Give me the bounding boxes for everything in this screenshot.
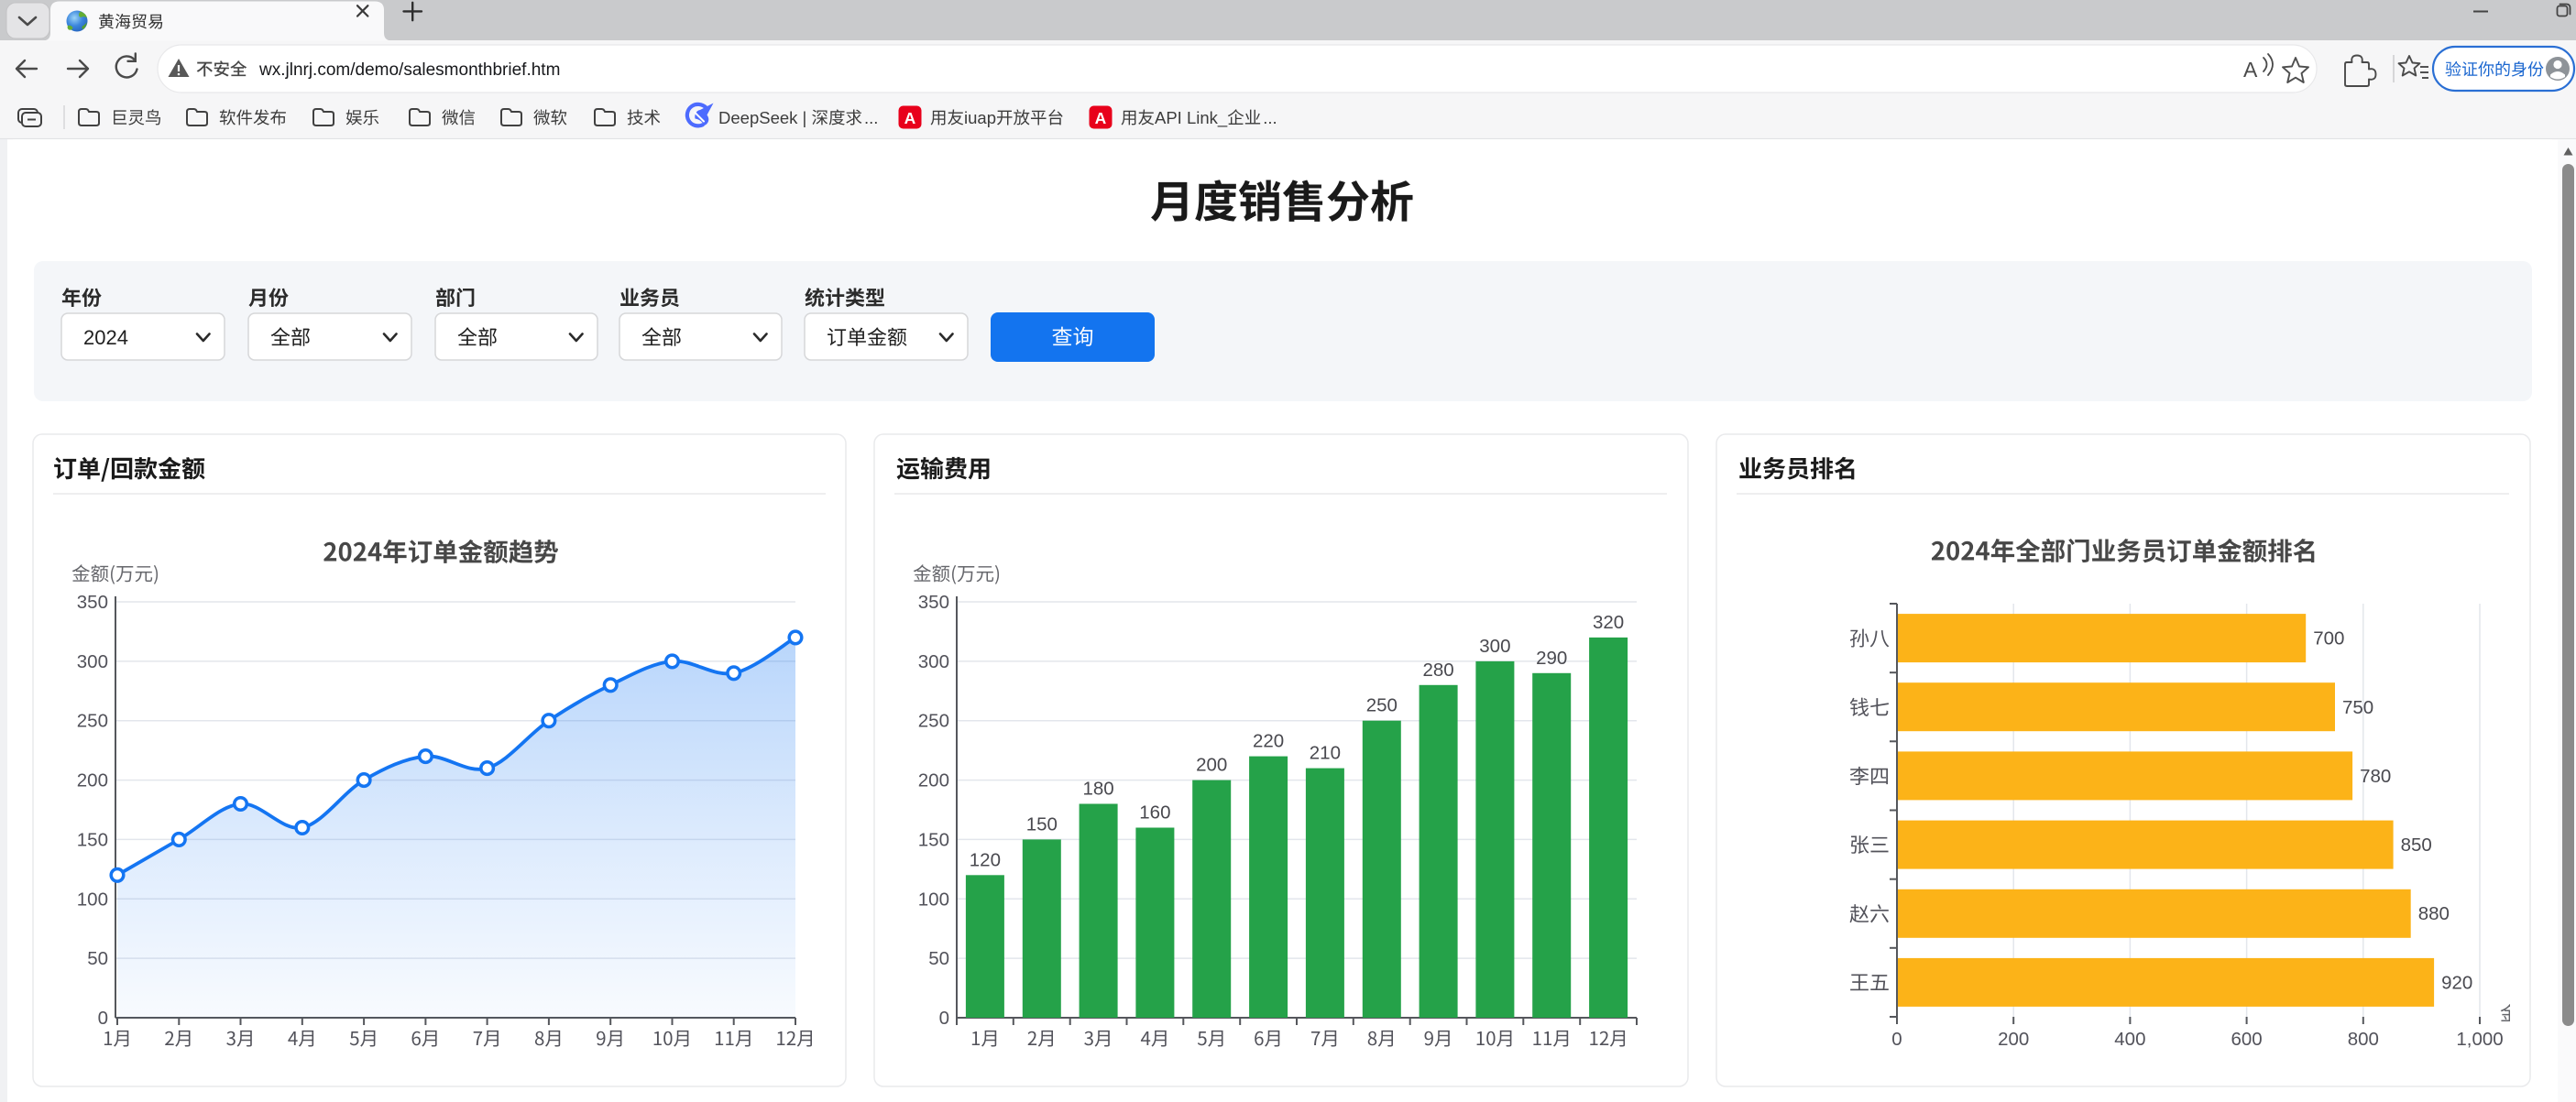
svg-text:120: 120: [970, 849, 1001, 870]
svg-text:210: 210: [1310, 743, 1341, 764]
svg-text:280: 280: [1422, 660, 1453, 681]
svg-text:300: 300: [1479, 636, 1510, 657]
svg-text:2024: 2024: [83, 326, 128, 349]
svg-text:200: 200: [918, 770, 949, 791]
svg-text:300: 300: [918, 651, 949, 672]
svg-text:200: 200: [1998, 1029, 2029, 1050]
svg-text:220: 220: [1253, 731, 1284, 752]
svg-text:700: 700: [2313, 628, 2344, 649]
svg-text:350: 350: [77, 592, 108, 613]
svg-text:1,000: 1,000: [2456, 1029, 2503, 1050]
svg-text:A: A: [904, 109, 916, 127]
svg-text:850: 850: [2401, 835, 2432, 856]
svg-text:200: 200: [77, 770, 108, 791]
svg-text:180: 180: [1082, 779, 1113, 800]
svg-text:350: 350: [918, 592, 949, 613]
svg-text:600: 600: [2231, 1029, 2262, 1050]
svg-text:100: 100: [77, 889, 108, 910]
svg-text:wx.jlnrj.com/demo/salesmonthbr: wx.jlnrj.com/demo/salesmonthbrief.htm: [258, 60, 560, 80]
svg-text:...: ...: [1263, 108, 1277, 127]
svg-text:200: 200: [1196, 755, 1227, 776]
svg-text:150: 150: [918, 829, 949, 850]
svg-text:100: 100: [918, 889, 949, 910]
svg-text:...: ...: [864, 108, 878, 127]
svg-text:50: 50: [928, 948, 949, 969]
svg-text:250: 250: [77, 711, 108, 732]
svg-text:250: 250: [1366, 695, 1398, 716]
svg-text:290: 290: [1536, 648, 1567, 669]
svg-text:A: A: [2243, 58, 2258, 82]
svg-text:API Link_: API Link_: [1155, 108, 1228, 128]
svg-text:800: 800: [2348, 1029, 2379, 1050]
svg-text:A: A: [1095, 109, 1107, 127]
svg-text:0: 0: [98, 1008, 108, 1029]
svg-text:160: 160: [1139, 802, 1170, 824]
svg-text:150: 150: [77, 829, 108, 850]
svg-text:300: 300: [77, 651, 108, 672]
svg-text:320: 320: [1593, 612, 1624, 633]
svg-text:750: 750: [2342, 697, 2373, 718]
svg-text:920: 920: [2441, 972, 2472, 993]
svg-text:0: 0: [1891, 1029, 1902, 1050]
svg-text:DeepSeek |: DeepSeek |: [718, 108, 806, 127]
svg-text:400: 400: [2114, 1029, 2145, 1050]
svg-text:150: 150: [1026, 813, 1058, 835]
svg-text:250: 250: [918, 711, 949, 732]
svg-text:50: 50: [87, 948, 108, 969]
svg-text:iuap: iuap: [964, 108, 996, 127]
svg-text:780: 780: [2360, 766, 2391, 787]
svg-text:0: 0: [939, 1008, 949, 1029]
svg-text:880: 880: [2418, 903, 2450, 924]
